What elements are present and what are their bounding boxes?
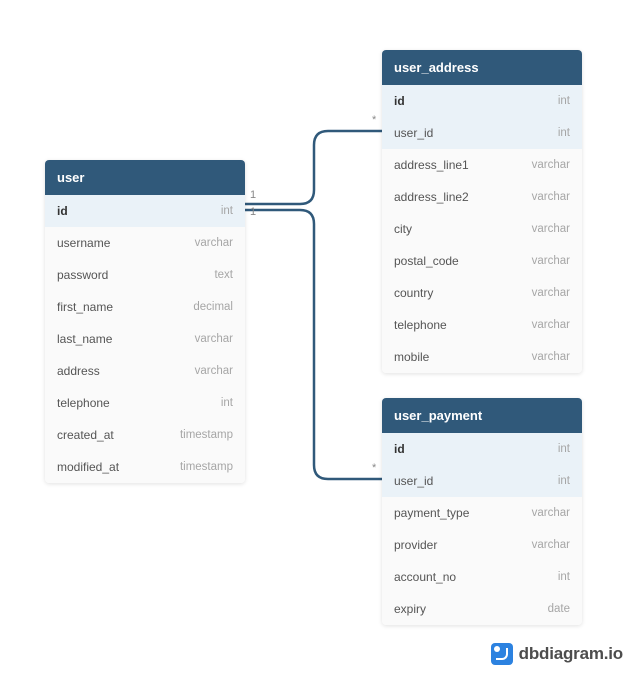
column-name: provider — [394, 538, 437, 552]
column-row[interactable]: country varchar — [382, 277, 582, 309]
column-type: timestamp — [180, 461, 233, 473]
column-row[interactable]: mobile varchar — [382, 341, 582, 373]
column-name: first_name — [57, 300, 113, 314]
column-type: int — [558, 127, 570, 139]
column-type: varchar — [532, 255, 570, 267]
column-type: int — [558, 571, 570, 583]
column-name: created_at — [57, 428, 114, 442]
column-name: last_name — [57, 332, 112, 346]
column-type: varchar — [195, 237, 233, 249]
column-name: id — [57, 204, 68, 218]
column-type: timestamp — [180, 429, 233, 441]
logo-text: dbdiagram.io — [519, 644, 623, 664]
column-name: expiry — [394, 602, 426, 616]
column-name: address_line2 — [394, 190, 469, 204]
column-row[interactable]: telephone varchar — [382, 309, 582, 341]
cardinality-label: 1 — [250, 189, 256, 201]
dbdiagram-logo: dbdiagram.io — [491, 643, 623, 665]
table-header[interactable]: user_payment — [382, 398, 582, 433]
column-type: varchar — [532, 159, 570, 171]
column-type: varchar — [532, 191, 570, 203]
cardinality-label: * — [372, 114, 376, 126]
column-name: country — [394, 286, 433, 300]
column-row[interactable]: id int — [382, 433, 582, 465]
column-type: varchar — [532, 319, 570, 331]
column-name: password — [57, 268, 108, 282]
column-row[interactable]: created_at timestamp — [45, 419, 245, 451]
column-name: address_line1 — [394, 158, 469, 172]
table-user_address[interactable]: user_addressid int user_id int address_line1… — [382, 50, 582, 373]
column-type: varchar — [195, 333, 233, 345]
column-type: int — [221, 205, 233, 217]
column-row[interactable]: id int — [382, 85, 582, 117]
column-name: account_no — [394, 570, 456, 584]
column-type: varchar — [532, 539, 570, 551]
column-row[interactable]: user_id int — [382, 465, 582, 497]
column-type: int — [558, 443, 570, 455]
column-name: city — [394, 222, 412, 236]
column-name: user_id — [394, 126, 433, 140]
column-type: varchar — [532, 351, 570, 363]
column-type: decimal — [193, 301, 233, 313]
column-row[interactable]: expiry date — [382, 593, 582, 625]
column-name: telephone — [57, 396, 110, 410]
column-row[interactable]: password text — [45, 259, 245, 291]
diagram-canvas: 1 * 1 * dbdiagram.io user id int username va… — [0, 0, 643, 683]
column-row[interactable]: provider varchar — [382, 529, 582, 561]
column-name: payment_type — [394, 506, 469, 520]
column-name: address — [57, 364, 100, 378]
table-user_payment[interactable]: user_paymentidintuser_idintpayment_typev… — [382, 398, 582, 625]
column-name: id — [394, 94, 405, 108]
column-row[interactable]: first_name decimal — [45, 291, 245, 323]
column-type: varchar — [195, 365, 233, 377]
column-row[interactable]: modified_at timestamp — [45, 451, 245, 483]
column-type: int — [558, 95, 570, 107]
column-row[interactable]: postal_code varchar — [382, 245, 582, 277]
column-name: username — [57, 236, 110, 250]
column-type: varchar — [532, 223, 570, 235]
column-row[interactable]: address_line1 varchar — [382, 149, 582, 181]
column-name: user_id — [394, 474, 433, 488]
column-type: int — [221, 397, 233, 409]
dbdiagram-icon — [491, 643, 513, 665]
table-header[interactable]: user_address — [382, 50, 582, 85]
column-type: text — [214, 269, 233, 281]
column-row[interactable]: id int — [45, 195, 245, 227]
table-user[interactable]: user id int username varchar password text firs… — [45, 160, 245, 483]
column-name: id — [394, 442, 405, 456]
column-row[interactable]: address_line2 varchar — [382, 181, 582, 213]
column-row[interactable]: username varchar — [45, 227, 245, 259]
column-name: postal_code — [394, 254, 459, 268]
column-name: modified_at — [57, 460, 119, 474]
column-row[interactable]: account_no int — [382, 561, 582, 593]
column-type: varchar — [532, 287, 570, 299]
column-type: int — [558, 475, 570, 487]
column-row[interactable]: payment_type varchar — [382, 497, 582, 529]
column-name: mobile — [394, 350, 429, 364]
column-type: date — [548, 603, 570, 615]
column-row[interactable]: user_id int — [382, 117, 582, 149]
cardinality-label: 1 — [250, 206, 256, 218]
column-row[interactable]: last_name varchar — [45, 323, 245, 355]
column-row[interactable]: telephone int — [45, 387, 245, 419]
column-row[interactable]: address varchar — [45, 355, 245, 387]
table-header[interactable]: user — [45, 160, 245, 195]
column-row[interactable]: city varchar — [382, 213, 582, 245]
column-type: varchar — [532, 507, 570, 519]
column-name: telephone — [394, 318, 447, 332]
cardinality-label: * — [372, 462, 376, 474]
